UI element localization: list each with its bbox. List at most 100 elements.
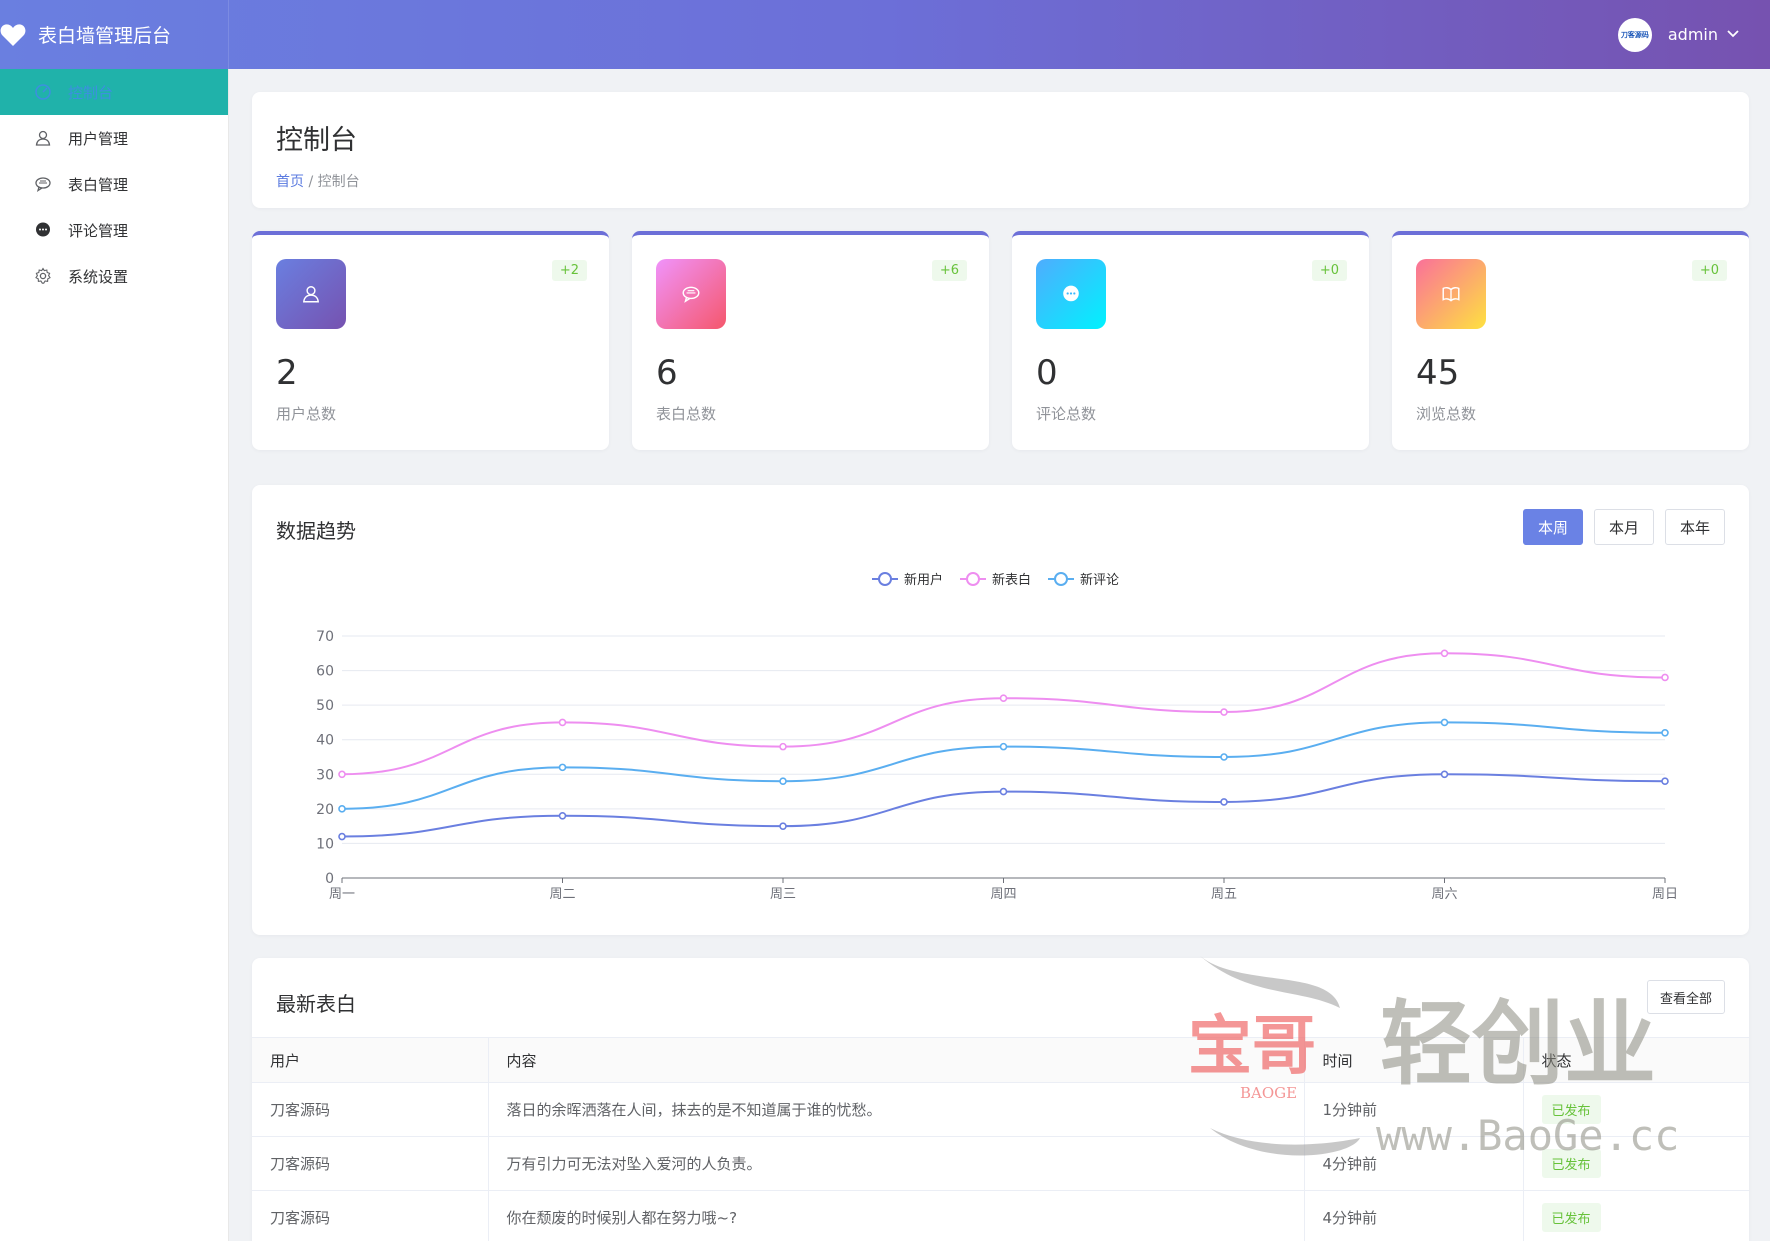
cell-content: 落日的余晖洒落在人间，抹去的是不知道属于谁的忧愁。 <box>487 1082 1304 1137</box>
cell-status: 已发布 <box>1522 1190 1749 1241</box>
sidebar-item-confessions[interactable]: 表白管理 <box>0 161 228 207</box>
data-point <box>338 832 346 841</box>
breadcrumb-separator: / <box>308 174 314 190</box>
y-tick-label: 20 <box>316 802 334 818</box>
column-header-status: 状态 <box>1522 1037 1749 1083</box>
column-header-user: 用户 <box>252 1037 488 1083</box>
sidebar-item-dashboard[interactable]: 控制台 <box>0 69 228 115</box>
table-header-row: 用户 内容 时间 状态 <box>252 1037 1749 1083</box>
data-point <box>999 694 1008 703</box>
x-tick-label: 周一 <box>329 887 355 902</box>
data-point <box>1661 777 1669 786</box>
app-title: 表白墙管理后台 <box>38 25 172 47</box>
data-point <box>1220 753 1228 761</box>
cell-user: 刀客源码 <box>252 1082 488 1137</box>
y-tick-label: 30 <box>316 767 334 783</box>
stat-value: 0 <box>1036 353 1058 393</box>
cell-time: 4分钟前 <box>1303 1190 1523 1241</box>
data-point <box>779 742 787 751</box>
user-icon <box>276 259 346 329</box>
legend-label: 新用户 <box>904 572 943 588</box>
table-row[interactable]: 刀客源码 落日的余晖洒落在人间，抹去的是不知道属于谁的忧愁。 1分钟前 已发布 <box>252 1082 1749 1137</box>
user-name[interactable]: admin <box>1668 25 1718 44</box>
data-point <box>1220 798 1228 806</box>
x-tick-label: 周五 <box>1211 887 1237 902</box>
table-row[interactable]: 刀客源码 万有引力可无法对坠入爱河的人负责。 4分钟前 已发布 <box>252 1136 1749 1191</box>
cell-content: 万有引力可无法对坠入爱河的人负责。 <box>487 1136 1304 1191</box>
stat-value: 2 <box>276 353 298 393</box>
x-tick-label: 周六 <box>1431 887 1457 902</box>
data-point <box>558 718 567 727</box>
stat-delta-badge: +0 <box>1311 260 1347 281</box>
data-point <box>338 770 346 779</box>
data-point <box>1661 673 1669 682</box>
data-point <box>558 763 567 772</box>
x-tick-label: 周四 <box>990 887 1016 902</box>
data-point <box>1440 718 1449 727</box>
avatar[interactable]: 刀客源码 <box>1617 17 1652 52</box>
comment-icon <box>32 219 54 241</box>
breadcrumb: 首页 / 控制台 <box>276 171 1725 191</box>
column-header-time: 时间 <box>1303 1037 1523 1083</box>
x-tick-label: 周三 <box>770 887 796 902</box>
view-all-button[interactable]: 查看全部 <box>1646 980 1725 1014</box>
y-tick-label: 0 <box>325 871 334 887</box>
cell-content: 你在颓废的时候别人都在努力哦~? <box>487 1190 1304 1241</box>
sidebar-item-label: 评论管理 <box>68 221 129 240</box>
confession-table: 用户 内容 时间 状态 刀客源码 落日的余晖洒落在人间，抹去的是不知道属于谁的忧… <box>252 1037 1749 1241</box>
brand[interactable]: 表白墙管理后台 <box>0 0 229 69</box>
chevron-down-icon[interactable] <box>1726 27 1740 43</box>
page-title: 控制台 <box>276 125 357 156</box>
cell-user: 刀客源码 <box>252 1190 488 1241</box>
sidebar-item-label: 表白管理 <box>68 175 129 194</box>
sidebar-item-settings[interactable]: 系统设置 <box>0 253 228 299</box>
top-header: 表白墙管理后台 刀客源码 admin <box>0 0 1770 69</box>
data-point <box>558 811 567 820</box>
series-line <box>341 652 1666 776</box>
x-tick-label: 周二 <box>549 887 575 902</box>
stat-delta-badge: +0 <box>1691 260 1727 281</box>
sidebar-item-comments[interactable]: 评论管理 <box>0 207 228 253</box>
legend-label: 新评论 <box>1080 572 1119 588</box>
legend-marker <box>966 572 980 586</box>
data-point <box>338 805 346 813</box>
cell-user: 刀客源码 <box>252 1136 488 1191</box>
table-title: 最新表白 <box>276 992 356 1016</box>
stat-delta-badge: +6 <box>931 260 967 281</box>
data-point <box>999 787 1008 796</box>
data-point <box>999 742 1008 751</box>
sidebar-item-users[interactable]: 用户管理 <box>0 115 228 161</box>
book-icon <box>1416 259 1486 329</box>
latest-confessions-card: 最新表白 查看全部 用户 内容 时间 状态 刀客源码 落日的余晖洒落在人间，抹去… <box>252 958 1749 1241</box>
stat-card-users: +2 2 用户总数 <box>252 231 609 450</box>
sidebar-item-label: 用户管理 <box>68 129 129 148</box>
status-badge: 已发布 <box>1541 1203 1601 1232</box>
stat-label: 表白总数 <box>656 405 717 423</box>
status-badge: 已发布 <box>1541 1149 1601 1178</box>
series-line <box>341 721 1666 810</box>
sidebar-item-label: 控制台 <box>68 83 114 102</box>
stat-value: 45 <box>1416 353 1460 393</box>
sidebar-item-label: 系统设置 <box>68 267 129 286</box>
table-row[interactable]: 刀客源码 你在颓废的时候别人都在努力哦~? 4分钟前 已发布 <box>252 1190 1749 1241</box>
series-line <box>341 773 1666 838</box>
comment-icon <box>1036 259 1106 329</box>
gear-icon <box>32 265 54 287</box>
dashboard-icon <box>32 81 54 103</box>
cell-time: 1分钟前 <box>1303 1082 1523 1137</box>
y-tick-label: 10 <box>316 836 334 852</box>
breadcrumb-home-link[interactable]: 首页 <box>276 174 304 190</box>
column-header-content: 内容 <box>487 1037 1304 1083</box>
legend-marker <box>1054 572 1068 586</box>
user-menu[interactable]: 刀客源码 admin <box>1617 0 1740 69</box>
heart-icon <box>0 23 26 47</box>
data-point <box>1661 729 1669 737</box>
sidebar: 控制台 用户管理 表白管理 评论管理 系统设置 <box>0 69 229 1241</box>
y-tick-label: 60 <box>316 664 334 680</box>
cell-status: 已发布 <box>1522 1082 1749 1137</box>
legend-marker <box>878 572 892 586</box>
avatar-logo-text: 刀客源码 <box>1620 30 1649 39</box>
data-point <box>1440 770 1449 779</box>
stat-card-comments: +0 0 评论总数 <box>1012 231 1369 450</box>
page-header-card: 控制台 首页 / 控制台 <box>252 92 1749 208</box>
